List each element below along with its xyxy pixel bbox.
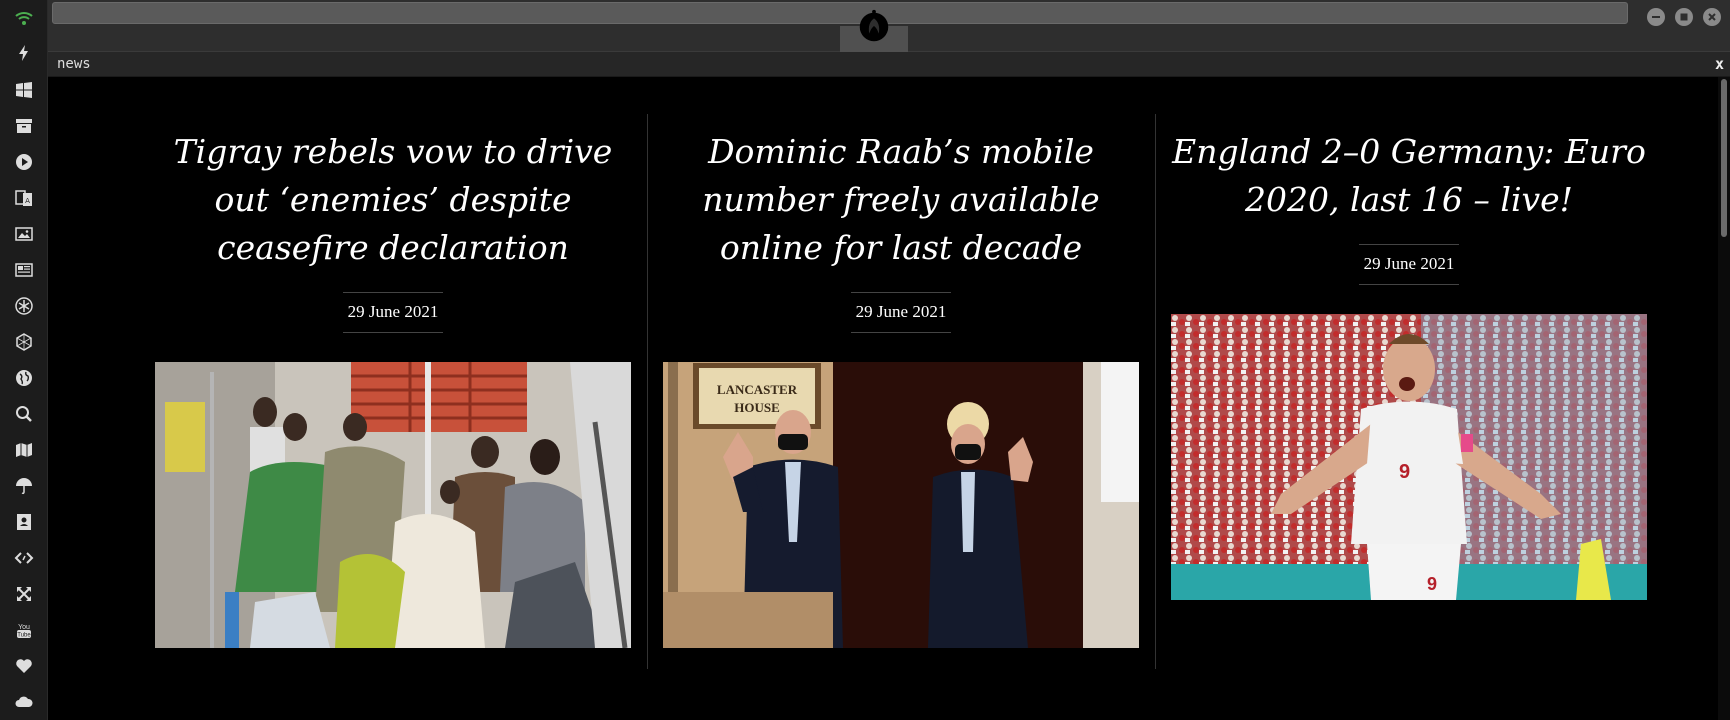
title-bar (48, 0, 1730, 52)
windows-icon[interactable] (12, 78, 36, 102)
image-icon[interactable] (12, 222, 36, 246)
contacts-icon[interactable] (12, 510, 36, 534)
address-bar[interactable] (52, 2, 1628, 24)
minimize-button[interactable] (1647, 8, 1665, 26)
wifi-icon[interactable] (12, 6, 36, 30)
code-icon[interactable] (12, 546, 36, 570)
politicians-thumbs-up-photo[interactable]: LANCASTER HOUSE (663, 362, 1139, 648)
sign-line-2: HOUSE (734, 400, 780, 415)
article-card: Dominic Raab’s mobile number freely avai… (663, 128, 1139, 333)
svg-text:You: You (18, 624, 30, 631)
close-window-button[interactable] (1703, 8, 1721, 26)
rebel-alliance-logo-icon (854, 6, 894, 46)
article-date: 29 June 2021 (1359, 244, 1459, 285)
cloud-icon[interactable] (12, 690, 36, 714)
umbrella-icon[interactable] (12, 474, 36, 498)
panel-title: news (57, 56, 91, 72)
article-date: 29 June 2021 (851, 292, 951, 333)
expand-icon[interactable] (12, 582, 36, 606)
maximize-button[interactable] (1675, 8, 1693, 26)
shorts-number: 9 (1427, 574, 1437, 594)
column-divider (1155, 114, 1156, 669)
archive-icon[interactable] (12, 114, 36, 138)
search-icon[interactable] (12, 402, 36, 426)
heart-icon[interactable] (12, 654, 36, 678)
article-card: Tigray rebels vow to drive out ‘enemies’… (155, 128, 631, 333)
article-headline[interactable]: England 2–0 Germany: Euro 2020, last 16 … (1171, 128, 1647, 224)
svg-text:A: A (25, 197, 30, 205)
hexagon-icon[interactable] (12, 330, 36, 354)
globe-icon[interactable] (12, 366, 36, 390)
article-card: England 2–0 Germany: Euro 2020, last 16 … (1171, 128, 1647, 285)
map-icon[interactable] (12, 438, 36, 462)
panel-header: news x (48, 52, 1730, 77)
rebel-icon[interactable] (12, 294, 36, 318)
article-date: 29 June 2021 (343, 292, 443, 333)
app-sidebar: A You Tube (0, 0, 48, 720)
vertical-scrollbar[interactable] (1718, 77, 1730, 720)
newspaper-icon[interactable] (12, 258, 36, 282)
bolt-icon[interactable] (12, 41, 36, 65)
footballer-celebrating-photo[interactable]: 9 9 (1171, 314, 1647, 600)
svg-text:Tube: Tube (17, 633, 31, 639)
translate-icon[interactable]: A (12, 186, 36, 210)
news-content: Tigray rebels vow to drive out ‘enemies’… (48, 77, 1718, 720)
play-icon[interactable] (12, 150, 36, 174)
sign-line-1: LANCASTER (717, 382, 798, 397)
panel-close-button[interactable]: x (1715, 55, 1724, 73)
article-headline[interactable]: Dominic Raab’s mobile number freely avai… (663, 128, 1139, 272)
youtube-icon[interactable]: You Tube (12, 618, 36, 642)
hospital-patients-photo[interactable] (155, 362, 631, 648)
article-headline[interactable]: Tigray rebels vow to drive out ‘enemies’… (155, 128, 631, 272)
column-divider (647, 114, 648, 669)
shirt-number: 9 (1399, 461, 1410, 483)
scrollbar-thumb[interactable] (1721, 79, 1727, 237)
